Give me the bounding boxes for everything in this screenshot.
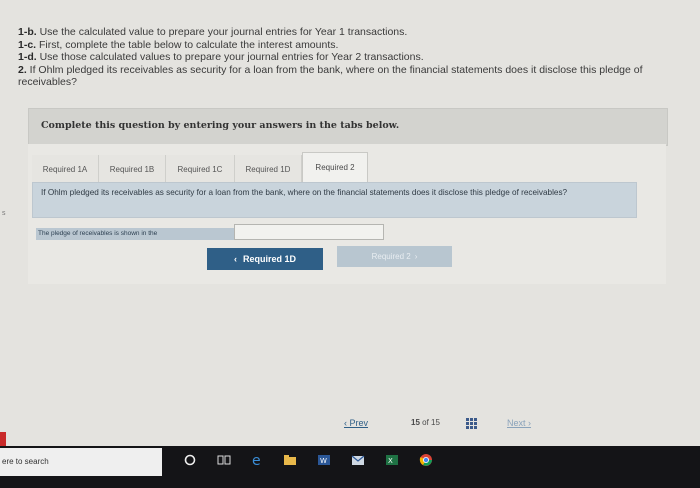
pager-prev-label: Prev	[349, 418, 369, 428]
chevron-right-icon: ›	[525, 418, 532, 428]
next-required-button[interactable]: Required 2 ›	[337, 246, 452, 267]
pager-next-link[interactable]: Next ›	[507, 418, 531, 428]
answer-label: The pledge of receivables is shown in th…	[36, 228, 234, 240]
tab-required-1d[interactable]: Required 1D	[235, 155, 302, 183]
instruction-prefix: 1-b.	[18, 26, 37, 38]
page-current: 15	[411, 418, 420, 427]
chevron-right-icon: ›	[414, 252, 418, 261]
pager-next-label: Next	[507, 418, 526, 428]
mail-icon[interactable]	[350, 452, 366, 468]
instruction-text: Use those calculated values to prepare y…	[36, 51, 424, 63]
instruction-line: 1-c. First, complete the table below to …	[18, 39, 693, 52]
instructions: 1-b. Use the calculated value to prepare…	[18, 26, 693, 89]
red-indicator	[0, 432, 6, 446]
instruction-prefix: 1-c.	[18, 38, 37, 51]
excel-icon[interactable]: X	[384, 452, 400, 468]
chevron-left-icon: ‹	[233, 254, 237, 264]
pager-prev-link[interactable]: ‹ Prev	[344, 418, 368, 428]
instruction-line: 1-d. Use those calculated values to prep…	[18, 51, 693, 64]
tab-required-1a[interactable]: Required 1A	[32, 155, 99, 183]
tab-required-2[interactable]: Required 2	[302, 152, 368, 182]
panel-header-text: Complete this question by entering your …	[41, 120, 400, 131]
instruction-text: First, complete the table below to calcu…	[36, 38, 339, 51]
side-mark: s	[2, 210, 6, 217]
taskbar-search[interactable]: ere to search	[0, 448, 162, 476]
tab-required-1b[interactable]: Required 1B	[99, 155, 166, 183]
grid-menu-icon[interactable]	[466, 418, 478, 430]
edge-icon[interactable]: e	[250, 452, 266, 468]
instruction-prefix: 1-d.	[18, 51, 37, 63]
page-of: of	[422, 418, 429, 427]
instruction-text: If Ohlm pledged its receivables as secur…	[18, 63, 643, 89]
question-box: If Ohlm pledged its receivables as secur…	[32, 182, 637, 218]
instruction-text: Use the calculated value to prepare your…	[36, 26, 408, 38]
file-explorer-icon[interactable]	[282, 452, 298, 468]
prev-required-button[interactable]: ‹ Required 1D	[207, 248, 323, 270]
svg-text:W: W	[320, 457, 327, 465]
chrome-icon[interactable]	[418, 452, 434, 468]
instruction-line: 2. If Ohlm pledged its receivables as se…	[18, 64, 693, 89]
svg-text:e: e	[252, 453, 261, 467]
next-required-label: Required 2	[371, 252, 411, 261]
tab-required-1c[interactable]: Required 1C	[166, 155, 235, 183]
page-total: 15	[431, 418, 440, 427]
instruction-prefix: 2.	[18, 63, 27, 76]
panel-header: Complete this question by entering your …	[28, 108, 668, 146]
question-text: If Ohlm pledged its receivables as secur…	[41, 188, 568, 197]
task-view-icon[interactable]	[216, 452, 232, 468]
word-icon[interactable]: W	[316, 452, 332, 468]
prev-required-label: Required 1D	[242, 254, 296, 264]
cortana-icon[interactable]	[182, 452, 198, 468]
answer-input[interactable]	[234, 224, 384, 240]
svg-text:X: X	[388, 457, 393, 465]
instruction-line: 1-b. Use the calculated value to prepare…	[18, 26, 693, 39]
page-counter: 15 of 15	[411, 418, 440, 427]
